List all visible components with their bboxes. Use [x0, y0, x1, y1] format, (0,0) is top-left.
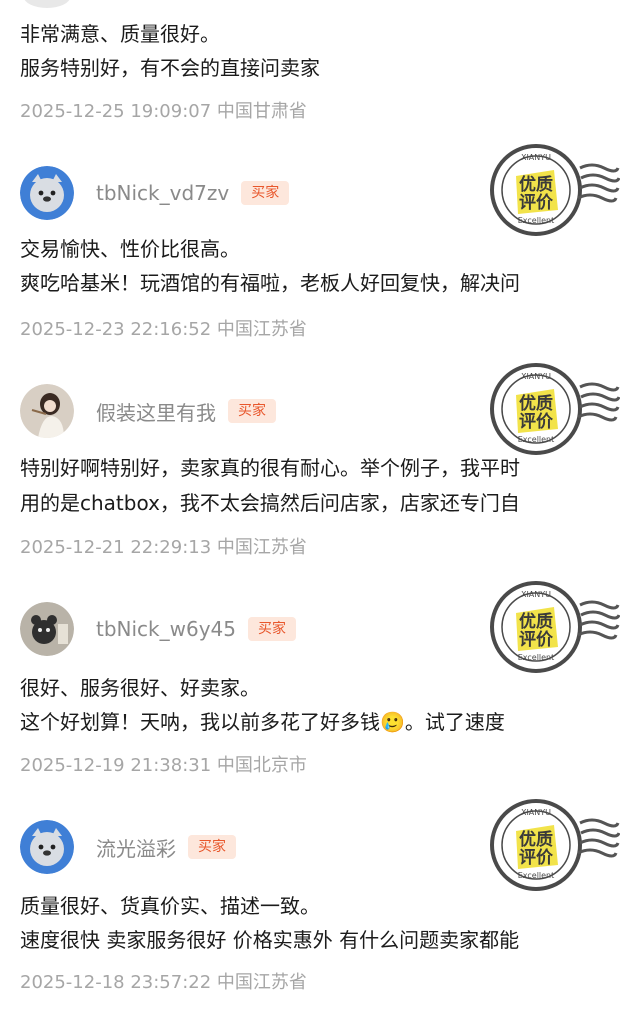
- svg-text:XIANYU: XIANYU: [521, 153, 551, 162]
- bear-avatar-icon[interactable]: [20, 602, 74, 656]
- review-timestamp: 2025-12-23 22:16:52 中国江苏省: [20, 319, 307, 340]
- avatar[interactable]: [24, 0, 70, 8]
- review-line: 质量很好、货真价实、描述一致。: [20, 894, 320, 918]
- reviewer-name[interactable]: 流光溢彩: [96, 833, 176, 862]
- svg-text:优质: 优质: [519, 611, 553, 632]
- review-line: 特别好啊特别好，卖家真的很有耐心。举个例子，我平时: [20, 456, 520, 480]
- girl-avatar-icon[interactable]: [20, 384, 74, 438]
- buyer-badge: 买家: [188, 835, 236, 859]
- reviewer-name[interactable]: 假装这里有我: [96, 397, 216, 426]
- buyer-badge: 买家: [241, 181, 290, 205]
- svg-text:XIANYU: XIANYU: [521, 372, 551, 381]
- review-timestamp: 2025-12-25 19:09:07 中国甘肃省: [20, 101, 307, 122]
- excellent-review-stamp-icon: XIANYU 优质 评价 Excellent: [488, 795, 620, 895]
- excellent-review-stamp-icon: XIANYU 优质 评价 Excellent: [488, 140, 620, 240]
- review-timestamp: 2025-12-19 21:38:31 中国北京市: [20, 755, 307, 776]
- excellent-review-stamp-icon: XIANYU 优质 评价 Excellent: [488, 577, 620, 677]
- review-line: 速度很快 卖家服务很好 价格实惠外 有什么问题卖家都能: [20, 928, 520, 952]
- review-line: 很好、服务很好、好卖家。: [20, 676, 260, 700]
- review-line: 服务特别好，有不会的直接问卖家: [20, 56, 320, 80]
- review-timestamp: 2025-12-18 23:57:22 中国江苏省: [20, 972, 307, 993]
- review-line: 爽吃哈基米！玩酒馆的有福啦，老板人好回复快，解决问: [20, 271, 520, 295]
- reviewer-header: 假装这里有我 买家: [20, 383, 276, 439]
- svg-text:Excellent: Excellent: [518, 435, 555, 444]
- seal-avatar-icon[interactable]: [20, 166, 74, 220]
- reviewer-name[interactable]: tbNick_w6y45: [96, 617, 236, 641]
- review-timestamp: 2025-12-21 22:29:13 中国江苏省: [20, 537, 307, 558]
- review-line: 交易愉快、性价比很高。: [20, 237, 240, 261]
- svg-text:优质: 优质: [519, 393, 553, 414]
- svg-text:评价: 评价: [519, 193, 554, 213]
- svg-text:XIANYU: XIANYU: [521, 590, 551, 599]
- svg-text:评价: 评价: [519, 412, 554, 432]
- svg-text:优质: 优质: [519, 829, 553, 850]
- svg-text:Excellent: Excellent: [518, 216, 555, 225]
- reviewer-header: 流光溢彩 买家: [20, 819, 236, 875]
- svg-text:Excellent: Excellent: [518, 653, 555, 662]
- svg-text:优质: 优质: [519, 174, 553, 195]
- review-line: 这个好划算！天呐，我以前多花了好多钱🥲。试了速度: [20, 710, 505, 734]
- reviewer-name[interactable]: tbNick_vd7zv: [96, 181, 229, 205]
- seal-avatar-icon[interactable]: [20, 820, 74, 874]
- svg-text:评价: 评价: [519, 630, 554, 650]
- buyer-badge: 买家: [228, 399, 276, 423]
- review-line: 非常满意、质量很好。: [20, 22, 220, 46]
- review-line: 用的是chatbox，我不太会搞然后问店家，店家还专门自: [20, 491, 520, 515]
- svg-text:Excellent: Excellent: [518, 871, 555, 880]
- excellent-review-stamp-icon: XIANYU 优质 评价 Excellent: [488, 359, 620, 459]
- buyer-badge: 买家: [248, 617, 296, 641]
- svg-text:评价: 评价: [519, 848, 554, 868]
- svg-text:XIANYU: XIANYU: [521, 808, 551, 817]
- reviewer-header: tbNick_w6y45 买家: [20, 601, 296, 657]
- reviewer-header: tbNick_vd7zv 买家: [20, 165, 290, 221]
